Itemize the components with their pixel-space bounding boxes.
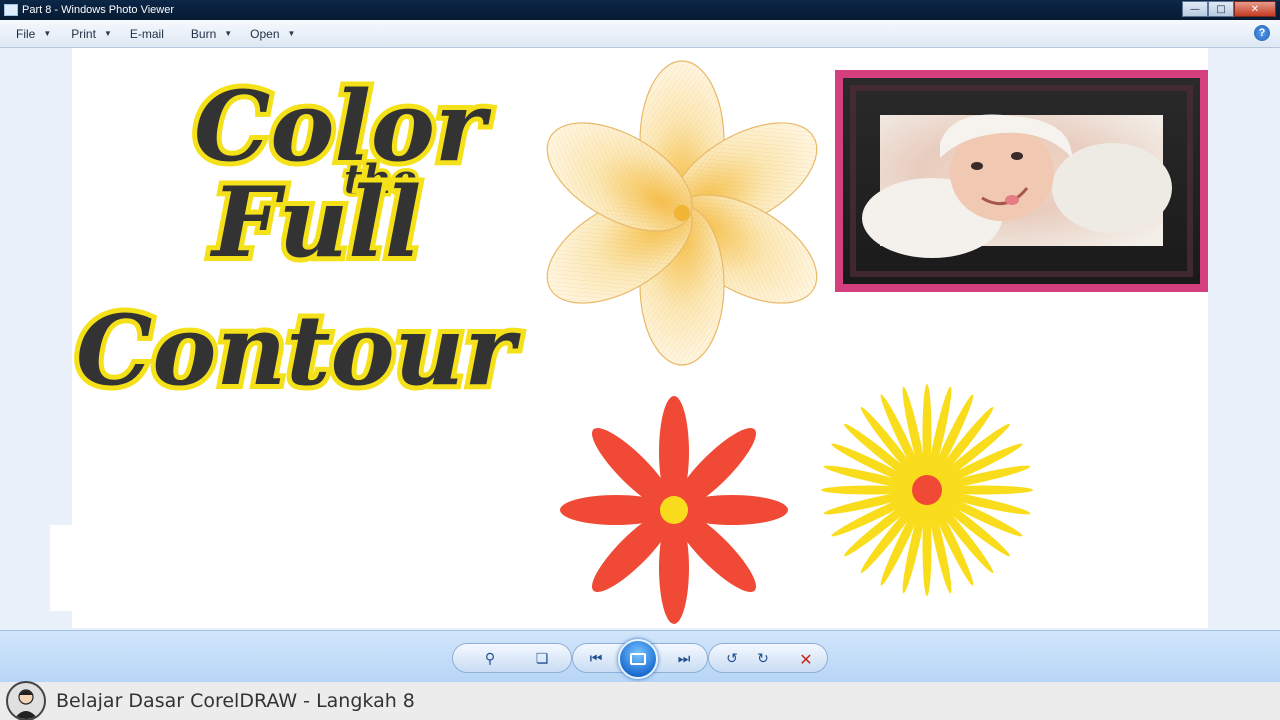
flower-center [912, 475, 942, 505]
color-the-full-contour-text: Color the Full Contour [72, 65, 526, 412]
menu-email-label: E-mail [129, 26, 164, 41]
menu-file-label: File [16, 26, 36, 41]
displayed-image: Color the Full Contour [72, 48, 1208, 628]
rotate-counterclockwise-icon[interactable]: ↺ [721, 650, 743, 668]
slideshow-icon[interactable] [618, 639, 658, 679]
red-flower [560, 396, 788, 624]
menu-open[interactable]: Open ▼ [232, 20, 295, 47]
zoom-magnifier-icon[interactable]: ⚲ [479, 650, 501, 668]
menu-bar: File ▼ Print ▼ E-mail Burn ▼ Open ▼ ? [0, 20, 1280, 48]
artwork: Color the Full Contour [72, 60, 1208, 624]
caption-text: Belajar Dasar CorelDRAW - Langkah 8 [56, 690, 415, 712]
delete-icon[interactable]: ✕ [795, 650, 817, 669]
window-title: Part 8 - Windows Photo Viewer [22, 4, 175, 16]
menu-burn[interactable]: Burn ▼ [164, 20, 232, 47]
word-full: Full [209, 166, 421, 279]
maximize-button[interactable]: □ [1208, 1, 1234, 17]
video-caption-bar: Belajar Dasar CorelDRAW - Langkah 8 [0, 681, 1280, 720]
menu-email[interactable]: E-mail [112, 20, 164, 47]
image-viewer-area: Color the Full Contour [0, 48, 1280, 630]
menu-burn-label: Burn [190, 26, 217, 41]
viewer-edge [50, 525, 72, 611]
photo-viewer-icon [4, 4, 18, 16]
chevron-down-icon: ▼ [287, 29, 296, 38]
menu-file[interactable]: File ▼ [0, 20, 51, 47]
navigation-toolbar: ⚲ ❏ ⏮ ⏭ ↺ ↻ ✕ [0, 630, 1280, 682]
blend-flower [546, 60, 818, 366]
framed-baby-photo [835, 70, 1208, 292]
zoom-group: ⚲ ❏ [452, 643, 572, 673]
close-button[interactable]: ✕ [1234, 1, 1276, 17]
rotate-delete-group: ↺ ↻ ✕ [708, 643, 828, 673]
chevron-down-icon: ▼ [224, 29, 233, 38]
next-icon[interactable]: ⏭ [673, 650, 695, 668]
rotate-clockwise-icon[interactable]: ↻ [752, 650, 774, 668]
minimize-button[interactable]: — [1182, 1, 1208, 17]
chevron-down-icon: ▼ [43, 29, 52, 38]
menu-print[interactable]: Print ▼ [51, 20, 112, 47]
window-controls: — □ ✕ [1182, 1, 1276, 17]
yellow-flower [821, 384, 1033, 596]
previous-icon[interactable]: ⏮ [585, 650, 607, 668]
menu-open-label: Open [250, 26, 280, 41]
menu-print-label: Print [71, 26, 96, 41]
chevron-down-icon: ▼ [103, 29, 112, 38]
title-bar: Part 8 - Windows Photo Viewer — □ ✕ [0, 0, 1280, 20]
word-contour: Contour [76, 294, 521, 407]
help-icon[interactable]: ? [1254, 25, 1270, 41]
avatar [6, 681, 46, 720]
actual-size-icon[interactable]: ❏ [531, 650, 553, 668]
